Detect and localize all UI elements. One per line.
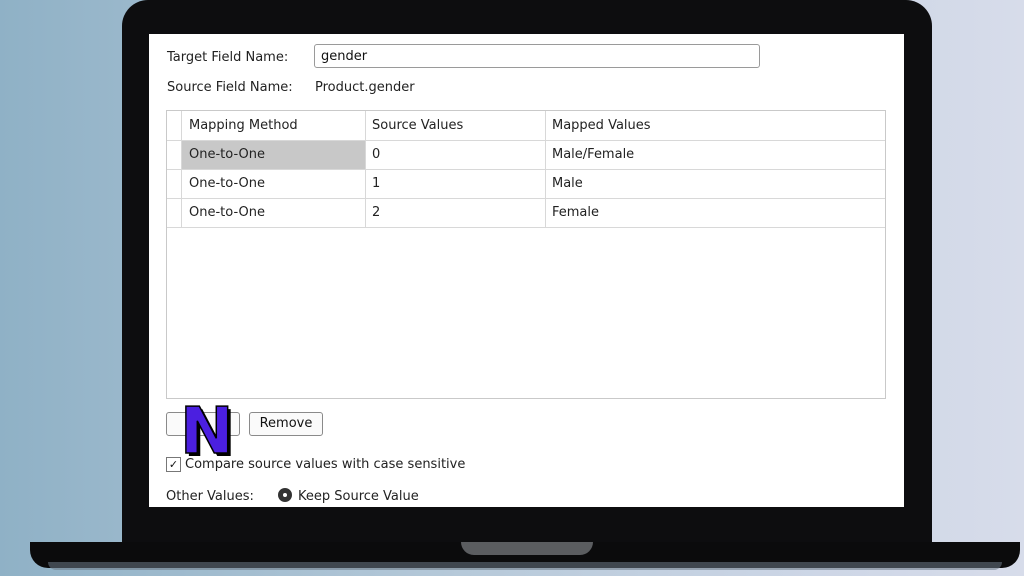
keep-source-radio[interactable]: [278, 488, 292, 502]
table-cell-mapping-method[interactable]: One-to-One: [189, 198, 265, 227]
row-separator: [167, 169, 885, 170]
keep-source-label[interactable]: Keep Source Value: [298, 489, 419, 504]
target-field-input[interactable]: [314, 44, 760, 68]
column-header-mapping-method[interactable]: Mapping Method: [189, 111, 298, 140]
mapping-dialog: Target Field Name: Source Field Name: Pr…: [149, 34, 904, 507]
laptop-base-shadow: [48, 562, 1002, 570]
mapping-table: Mapping Method Source Values Mapped Valu…: [166, 110, 886, 399]
column-header-source-values[interactable]: Source Values: [372, 111, 463, 140]
table-cell-mapped-value[interactable]: Female: [552, 198, 599, 227]
remove-button[interactable]: Remove: [249, 412, 323, 436]
table-cell-mapped-value[interactable]: Male: [552, 169, 583, 198]
table-cell-source-value[interactable]: 0: [372, 140, 380, 169]
case-sensitive-checkbox[interactable]: ✓: [166, 457, 181, 472]
table-cell-source-value[interactable]: 2: [372, 198, 380, 227]
column-header-mapped-values[interactable]: Mapped Values: [552, 111, 651, 140]
table-cell-mapping-method[interactable]: One-to-One: [189, 169, 265, 198]
n-logo-icon: N N: [180, 401, 237, 461]
source-field-label: Source Field Name:: [167, 80, 293, 95]
row-separator: [167, 198, 885, 199]
table-cell-mapping-method[interactable]: One-to-One: [189, 140, 265, 169]
row-separator: [167, 227, 885, 228]
row-separator: [167, 140, 885, 141]
laptop-notch: [461, 542, 593, 555]
n-logo-letter: N: [180, 401, 234, 461]
source-field-value: Product.gender: [315, 80, 415, 95]
other-values-label: Other Values:: [166, 489, 254, 504]
table-cell-source-value[interactable]: 1: [372, 169, 380, 198]
target-field-label: Target Field Name:: [167, 50, 289, 65]
table-cell-mapped-value[interactable]: Male/Female: [552, 140, 634, 169]
